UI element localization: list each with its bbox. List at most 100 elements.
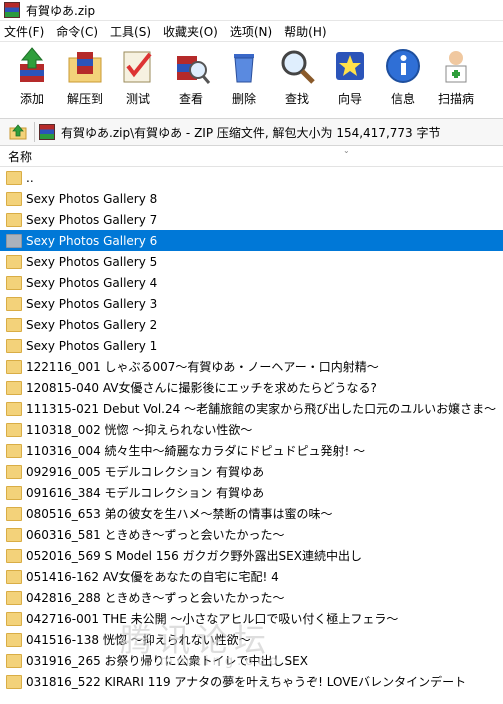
folder-icon (6, 359, 22, 374)
up-folder-icon[interactable] (8, 122, 28, 142)
list-item[interactable]: Sexy Photos Gallery 6 (0, 230, 503, 251)
toolbar-button-add-archive[interactable]: 添加 (10, 42, 54, 107)
list-item-name: 042816_288 ときめき〜ずっと会いたかった〜 (26, 591, 285, 605)
folder-icon (6, 464, 22, 479)
toolbar-button-label: 查找 (284, 92, 309, 106)
folder-icon (6, 191, 22, 206)
list-item-name: Sexy Photos Gallery 1 (26, 338, 158, 353)
extract-to-icon (68, 52, 102, 83)
list-item-name: 080516_653 弟の彼女を生ハメ〜禁断の情事は蜜の味〜 (26, 507, 333, 521)
list-item[interactable]: 052016_569 S Model 156 ガクガク野外露出SEX連続中出し (0, 545, 503, 566)
list-item[interactable]: Sexy Photos Gallery 2 (0, 314, 503, 335)
list-item-name: 041516-138 恍惚 〜抑えられない性欲〜 (26, 633, 251, 647)
toolbar-button-label: 添加 (19, 92, 44, 106)
toolbar-button-info[interactable]: 信息 (381, 42, 425, 107)
folder-icon (6, 506, 22, 521)
list-item[interactable]: 122116_001 しゃぶる007〜有賀ゆあ・ノーヘアー・口内射精〜 (0, 356, 503, 377)
menu-bar: 文件(F) 命令(C) 工具(S) 收藏夹(O) 选项(N) 帮助(H) (0, 21, 503, 42)
folder-icon (6, 296, 22, 311)
list-item-name: Sexy Photos Gallery 2 (26, 317, 158, 332)
list-item-name: 031816_522 KIRARI 119 アナタの夢を叶えちゃうぞ! LOVE… (26, 675, 467, 689)
list-item[interactable]: 110316_004 続々生中〜綺麗なカラダにドピュドピュ発射! 〜 (0, 440, 503, 461)
list-item-name: .. (26, 170, 34, 185)
folder-icon (6, 401, 22, 416)
menu-item[interactable]: 帮助(H) (284, 23, 326, 40)
folder-icon (6, 632, 22, 647)
menu-item[interactable]: 文件(F) (4, 23, 44, 40)
list-item-name: 111315-021 Debut Vol.24 〜老舗旅館の実家から飛び出した口… (26, 402, 497, 416)
toolbar-button-label: 测试 (125, 92, 150, 106)
list-item-name: 052016_569 S Model 156 ガクガク野外露出SEX連続中出し (26, 549, 362, 563)
toolbar-button-extract-to[interactable]: 解压到 (63, 42, 107, 107)
toolbar-button-label: 解压到 (66, 92, 103, 106)
info-icon (386, 49, 420, 83)
list-item[interactable]: 060316_581 ときめき〜ずっと会いたかった〜 (0, 524, 503, 545)
folder-icon (6, 485, 22, 500)
list-item[interactable]: 041516-138 恍惚 〜抑えられない性欲〜 (0, 629, 503, 650)
folder-icon (6, 548, 22, 563)
menu-item[interactable]: 收藏夹(O) (163, 23, 218, 40)
folder-icon (6, 212, 22, 227)
toolbar-button-delete[interactable]: 删除 (222, 42, 266, 107)
list-item-name: 110318_002 恍惚 〜抑えられない性欲〜 (26, 423, 253, 437)
list-item[interactable]: Sexy Photos Gallery 7 (0, 209, 503, 230)
delete-icon (234, 54, 254, 83)
list-item[interactable]: 120815-040 AV女優さんに撮影後にエッチを求めたらどうなる? (0, 377, 503, 398)
list-item-name: 091616_384 モデルコレクション 有賀ゆあ (26, 486, 265, 500)
list-item[interactable]: 080516_653 弟の彼女を生ハメ〜禁断の情事は蜜の味〜 (0, 503, 503, 524)
list-item-name: Sexy Photos Gallery 6 (26, 233, 158, 248)
zip-archive-icon (39, 124, 55, 140)
list-item[interactable]: 092916_005 モデルコレクション 有賀ゆあ (0, 461, 503, 482)
folder-icon (6, 317, 22, 332)
list-item[interactable]: 031916_265 お祭り帰りに公衆トイレで中出しSEX (0, 650, 503, 671)
folder-icon (6, 233, 22, 248)
folder-icon (6, 653, 22, 668)
address-separator (34, 122, 35, 142)
list-item[interactable]: 042816_288 ときめき〜ずっと会いたかった〜 (0, 587, 503, 608)
list-item[interactable]: Sexy Photos Gallery 1 (0, 335, 503, 356)
virus-scan-icon (445, 51, 467, 83)
window-title: 有賀ゆあ.zip (26, 3, 96, 18)
list-item[interactable]: 042716-001 THE 未公開 〜小さなアヒル口で吸い付く極上フェラ〜 (0, 608, 503, 629)
archive-path[interactable]: 有賀ゆあ.zip\有賀ゆあ - ZIP 压缩文件, 解包大小为 154,417,… (61, 124, 440, 141)
column-header-label: 名称 (8, 149, 33, 164)
list-item[interactable]: Sexy Photos Gallery 4 (0, 272, 503, 293)
list-item-name: Sexy Photos Gallery 8 (26, 191, 158, 206)
list-item-name: 060316_581 ときめき〜ずっと会いたかった〜 (26, 528, 285, 542)
list-item-name: Sexy Photos Gallery 4 (26, 275, 158, 290)
list-item[interactable]: 031816_522 KIRARI 119 アナタの夢を叶えちゃうぞ! LOVE… (0, 671, 503, 692)
folder-icon (6, 590, 22, 605)
winrar-app-icon (4, 2, 20, 18)
folder-icon (6, 611, 22, 626)
toolbar-button-find[interactable]: 查找 (275, 42, 319, 107)
list-item[interactable]: Sexy Photos Gallery 8 (0, 188, 503, 209)
folder-icon (6, 527, 22, 542)
file-list: .. Sexy Photos Gallery 8 Sexy Photos Galle… (0, 167, 503, 692)
title-bar: 有賀ゆあ.zip (0, 0, 503, 21)
list-item-name: Sexy Photos Gallery 3 (26, 296, 158, 311)
menu-item[interactable]: 命令(C) (56, 23, 98, 40)
toolbar-button-label: 删除 (231, 92, 256, 106)
list-item[interactable]: 091616_384 モデルコレクション 有賀ゆあ (0, 482, 503, 503)
list-item-name: 110316_004 続々生中〜綺麗なカラダにドピュドピュ発射! 〜 (26, 444, 366, 458)
list-item[interactable]: Sexy Photos Gallery 3 (0, 293, 503, 314)
toolbar-button-view[interactable]: 查看 (169, 42, 213, 107)
toolbar-button-wizard[interactable]: 向导 (328, 42, 372, 107)
list-item[interactable]: 111315-021 Debut Vol.24 〜老舗旅館の実家から飛び出した口… (0, 398, 503, 419)
toolbar: 添加 解压到 测试 查看 删除 查找 向导 信息 扫描病 (0, 42, 503, 119)
toolbar-button-test[interactable]: 测试 (116, 42, 160, 107)
list-item-name: Sexy Photos Gallery 7 (26, 212, 158, 227)
list-item[interactable]: Sexy Photos Gallery 5 (0, 251, 503, 272)
menu-item[interactable]: 选项(N) (230, 23, 272, 40)
column-header-name[interactable]: 名称 ⌄ (0, 146, 503, 167)
list-item-name: 092916_005 モデルコレクション 有賀ゆあ (26, 465, 265, 479)
address-bar: 有賀ゆあ.zip\有賀ゆあ - ZIP 压缩文件, 解包大小为 154,417,… (0, 119, 503, 146)
folder-icon (6, 380, 22, 395)
sort-chevron-icon: ⌄ (343, 146, 350, 155)
folder-icon (6, 254, 22, 269)
list-item[interactable]: 051416-162 AV女優をあなたの自宅に宅配! 4 (0, 566, 503, 587)
list-item[interactable]: .. (0, 167, 503, 188)
toolbar-button-virus-scan[interactable]: 扫描病 (434, 42, 478, 107)
menu-item[interactable]: 工具(S) (110, 23, 151, 40)
list-item[interactable]: 110318_002 恍惚 〜抑えられない性欲〜 (0, 419, 503, 440)
